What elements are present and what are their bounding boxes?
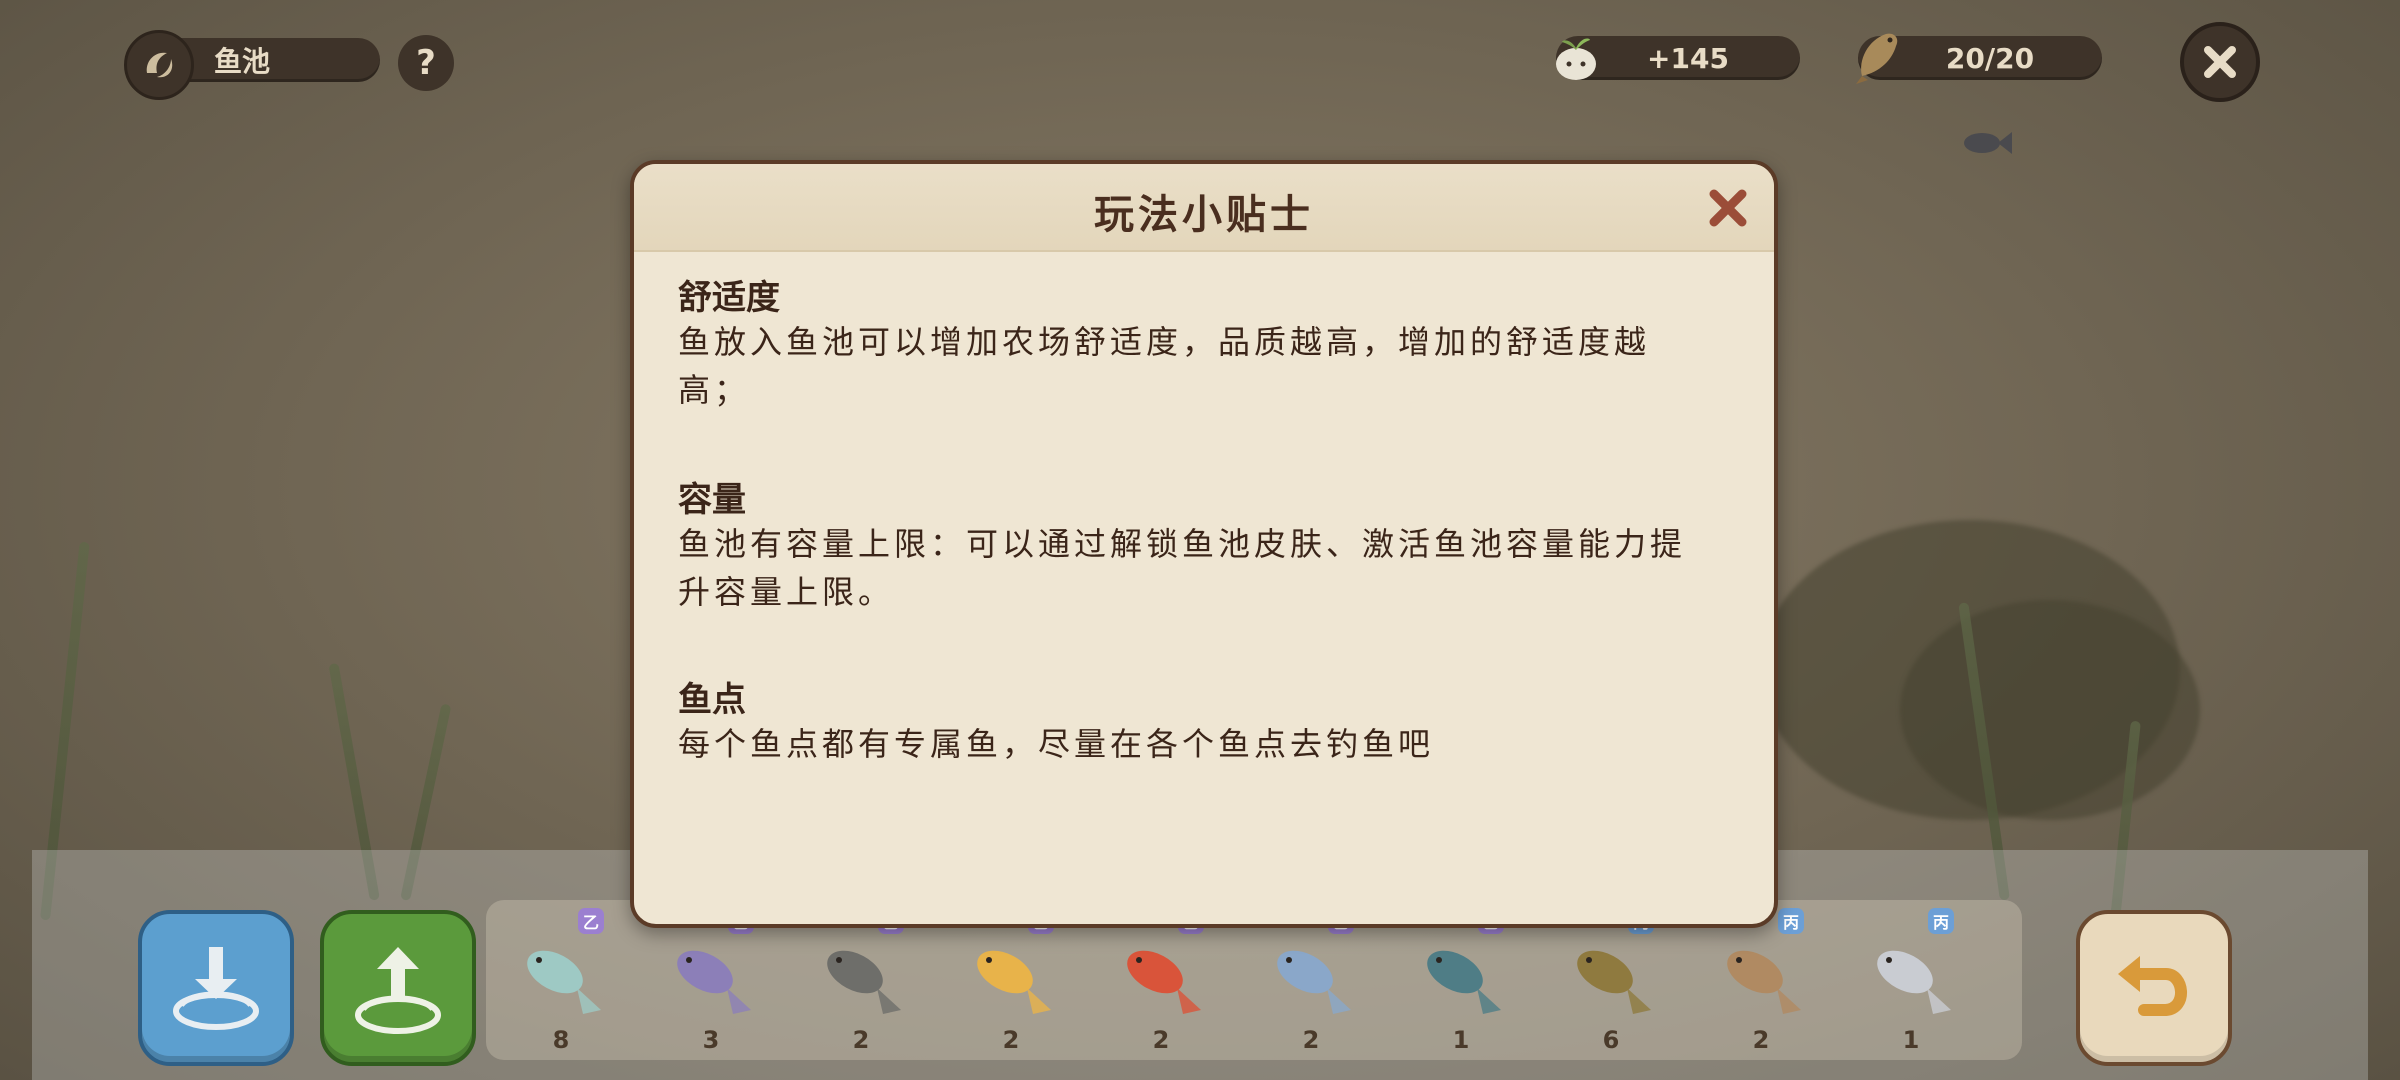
fish-count: 8 xyxy=(552,1026,570,1054)
fish-count: 2 xyxy=(1152,1026,1170,1054)
tips-dialog-header: 玩法小贴士 xyxy=(634,164,1774,252)
fish-icon xyxy=(1727,950,1801,1014)
fish-icon xyxy=(1577,950,1651,1014)
help-button[interactable]: ? xyxy=(398,35,454,91)
tips-dialog: 玩法小贴士 舒适度 鱼放入鱼池可以增加农场舒适度，品质越高，增加的舒适度越高； … xyxy=(630,160,1778,928)
fish-icon xyxy=(527,950,601,1014)
sprout-icon xyxy=(1556,38,1596,80)
background-tree xyxy=(1900,600,2200,820)
tip-body-capacity: 鱼池有容量上限：可以通过解锁鱼池皮肤、激活鱼池容量能力提升容量上限。 xyxy=(678,525,1687,611)
capacity-value: 20/20 xyxy=(1945,41,2035,75)
fish-icon xyxy=(1127,950,1201,1014)
back-arrow-icon xyxy=(2118,956,2187,1016)
fish-grade-badge: 丙 xyxy=(1778,908,1804,934)
store-fish-button[interactable] xyxy=(138,910,294,1066)
fish-count: 3 xyxy=(702,1026,720,1054)
fish-pond-screen: 鱼池 ? +145 20/20 乙 8 3 2 2 2 2 1 6 丙 2 丙 … xyxy=(0,0,2400,1080)
tip-body-fishing-spot: 每个鱼点都有专属鱼，尽量在各个鱼点去钓鱼吧 xyxy=(678,725,1435,763)
fish-icon xyxy=(977,950,1051,1014)
fish-count: 2 xyxy=(1302,1026,1320,1054)
release-fish-icon xyxy=(355,947,441,1034)
exit-button[interactable] xyxy=(2180,22,2260,102)
help-icon: ? xyxy=(416,43,436,83)
fish-icon xyxy=(827,950,901,1014)
close-icon[interactable] xyxy=(1704,184,1752,232)
fish-swirl-icon xyxy=(124,30,194,100)
close-icon xyxy=(2204,46,2236,78)
fish-grade-badge: 乙 xyxy=(578,908,604,934)
fish-count: 2 xyxy=(852,1026,870,1054)
fish-slot[interactable]: 乙8 xyxy=(486,900,636,1060)
tip-heading-fishing-spot: 鱼点 xyxy=(678,680,746,720)
tip-heading-capacity: 容量 xyxy=(678,480,746,520)
fish-icon xyxy=(1856,33,1898,84)
comfort-value: +145 xyxy=(1647,41,1729,75)
store-fish-icon xyxy=(173,947,259,1030)
fish-icon xyxy=(1277,950,1351,1014)
swimming-fish-icon xyxy=(1964,132,2012,154)
back-button[interactable] xyxy=(2076,910,2232,1066)
fish-slot[interactable]: 丙1 xyxy=(1836,900,1986,1060)
release-fish-button[interactable] xyxy=(320,910,476,1066)
fish-count: 2 xyxy=(1752,1026,1770,1054)
tip-heading-comfort: 舒适度 xyxy=(678,278,780,318)
fish-icon xyxy=(1427,950,1501,1014)
tips-dialog-title: 玩法小贴士 xyxy=(1094,191,1314,238)
fish-count: 6 xyxy=(1602,1026,1620,1054)
fish-count: 1 xyxy=(1902,1026,1920,1054)
fish-icon xyxy=(677,950,751,1014)
fish-grade-badge: 丙 xyxy=(1928,908,1954,934)
fish-count: 1 xyxy=(1452,1026,1470,1054)
fish-icon xyxy=(1877,950,1951,1014)
fish-count: 2 xyxy=(1002,1026,1020,1054)
tip-body-comfort: 鱼放入鱼池可以增加农场舒适度，品质越高，增加的舒适度越高； xyxy=(678,323,1651,409)
pond-label: 鱼池 xyxy=(214,45,271,78)
